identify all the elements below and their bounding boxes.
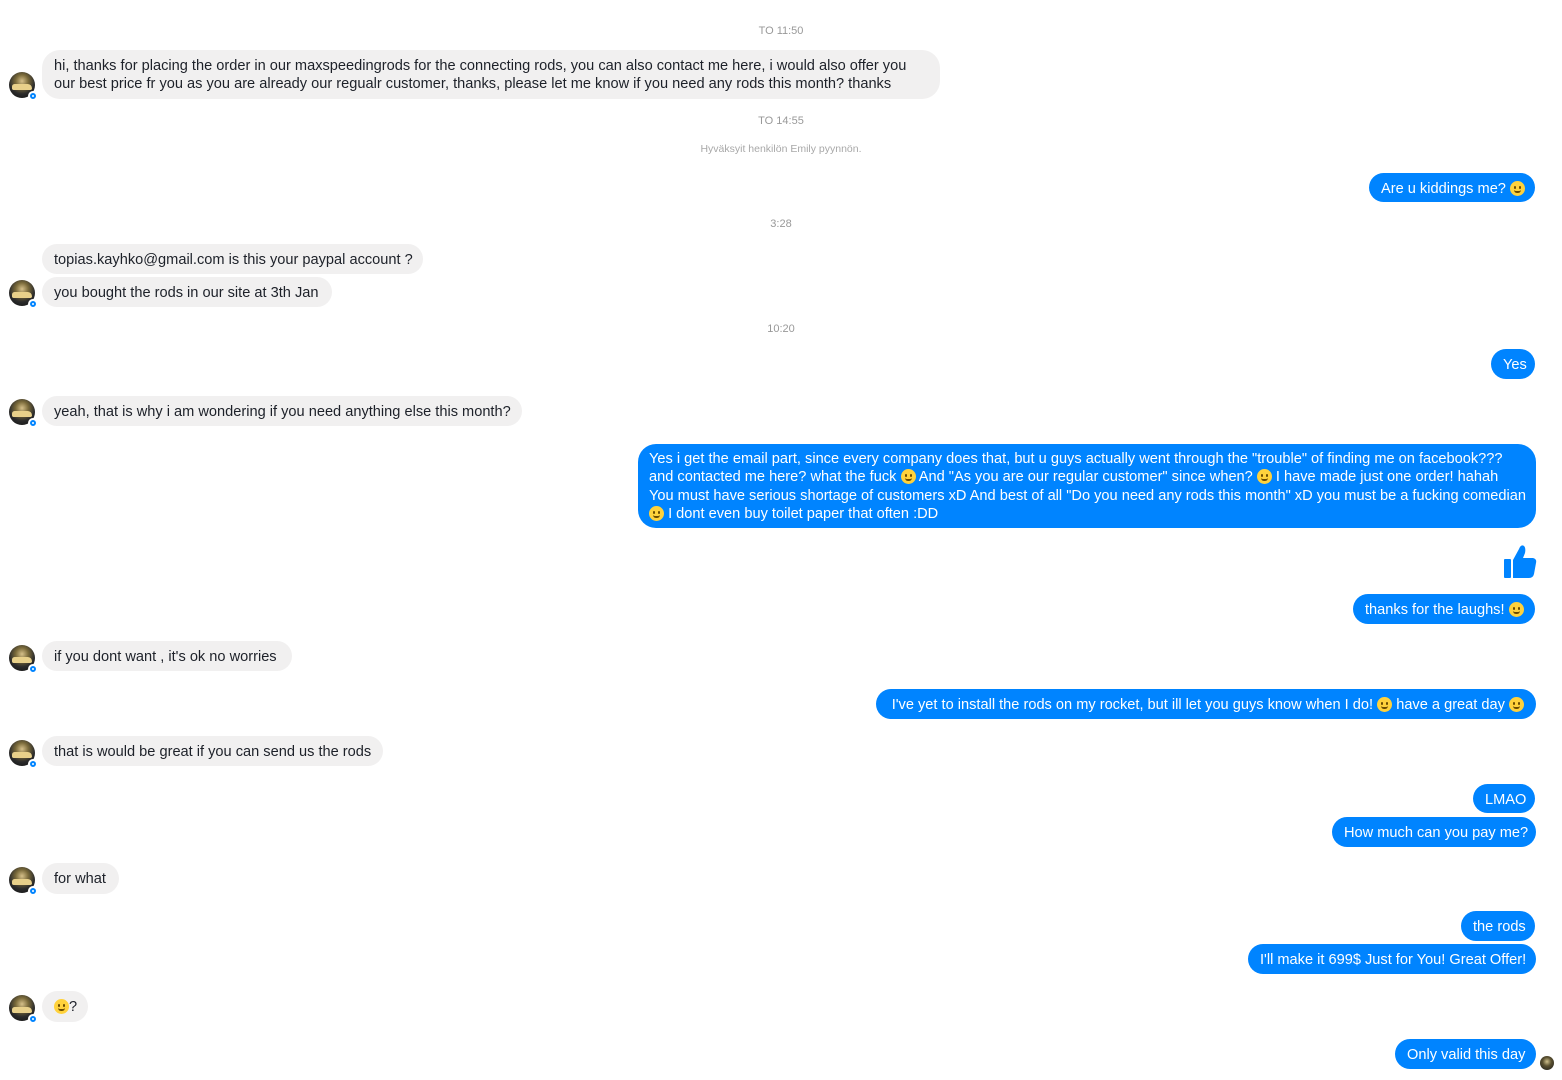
message-text: ? [69, 999, 78, 1015]
message-outgoing[interactable]: How much can you pay me? [1332, 817, 1536, 847]
message-outgoing[interactable]: the rods [1461, 911, 1535, 941]
message-outgoing[interactable]: Yes i get the email part, since every co… [638, 444, 1536, 528]
thumbs-up-icon[interactable] [1503, 543, 1537, 579]
smiling-face-emoji-icon [1509, 697, 1524, 712]
laughing-face-emoji-icon [1256, 469, 1272, 485]
messenger-badge-icon [28, 664, 38, 674]
avatar[interactable] [9, 995, 38, 1024]
message-text: thanks for the laughs! [1365, 602, 1505, 618]
message-outgoing[interactable]: I'll make it 699$ Just for You! Great Of… [1248, 944, 1536, 974]
screaming-face-emoji-icon [54, 999, 69, 1014]
messenger-badge-icon [28, 1014, 38, 1024]
message-text: Are u kiddings me? [1381, 181, 1506, 197]
message-incoming[interactable]: for what [42, 863, 119, 894]
avatar[interactable] [9, 72, 38, 101]
message-incoming[interactable]: you bought the rods in our site at 3th J… [42, 277, 332, 307]
message-incoming[interactable]: ? [42, 991, 88, 1022]
message-incoming[interactable]: that is would be great if you can send u… [42, 736, 383, 766]
timestamp: 3:28 [770, 218, 792, 230]
message-outgoing[interactable]: thanks for the laughs! [1353, 594, 1535, 624]
message-outgoing[interactable]: I've yet to install the rods on my rocke… [876, 689, 1536, 719]
message-text: I dont even buy toilet paper that often … [668, 505, 939, 522]
seen-avatar-icon [1540, 1056, 1554, 1070]
messenger-badge-icon [28, 418, 38, 428]
message-incoming[interactable]: hi, thanks for placing the order in our … [42, 50, 940, 99]
timestamp: TO 14:55 [758, 115, 804, 127]
message-incoming[interactable]: if you dont want , it's ok no worries [42, 641, 292, 671]
message-incoming[interactable]: yeah, that is why i am wondering if you … [42, 396, 522, 426]
timestamp: 10:20 [767, 323, 795, 335]
timestamp: TO 11:50 [758, 25, 804, 37]
messenger-badge-icon [28, 886, 38, 896]
messenger-badge-icon [28, 91, 38, 101]
message-outgoing[interactable]: LMAO [1473, 784, 1535, 813]
message-text: I've yet to install the rods on my rocke… [891, 697, 1374, 713]
smiling-face-emoji-icon [1377, 697, 1393, 712]
avatar[interactable] [9, 280, 38, 309]
message-outgoing[interactable]: Only valid this day [1395, 1039, 1536, 1069]
message-text: have a great day [1396, 697, 1505, 713]
avatar[interactable] [9, 645, 38, 674]
avatar[interactable] [9, 399, 38, 428]
message-outgoing[interactable]: Are u kiddings me? [1369, 173, 1535, 202]
smiling-face-emoji-icon [1508, 602, 1524, 617]
grinning-face-emoji-icon [1510, 181, 1525, 196]
system-notice: Hyväksyit henkilön Emily pyynnön. [700, 143, 862, 155]
avatar[interactable] [9, 740, 38, 769]
message-text: And "As you are our regular customer" si… [918, 469, 1253, 486]
laughing-face-emoji-icon [900, 469, 916, 485]
message-outgoing[interactable]: Yes [1491, 349, 1535, 379]
avatar[interactable] [9, 867, 38, 896]
message-incoming[interactable]: topias.kayhko@gmail.com is this your pay… [42, 244, 423, 274]
laughing-face-emoji-icon [649, 505, 664, 521]
messenger-badge-icon [28, 759, 38, 769]
messenger-badge-icon [28, 299, 38, 309]
